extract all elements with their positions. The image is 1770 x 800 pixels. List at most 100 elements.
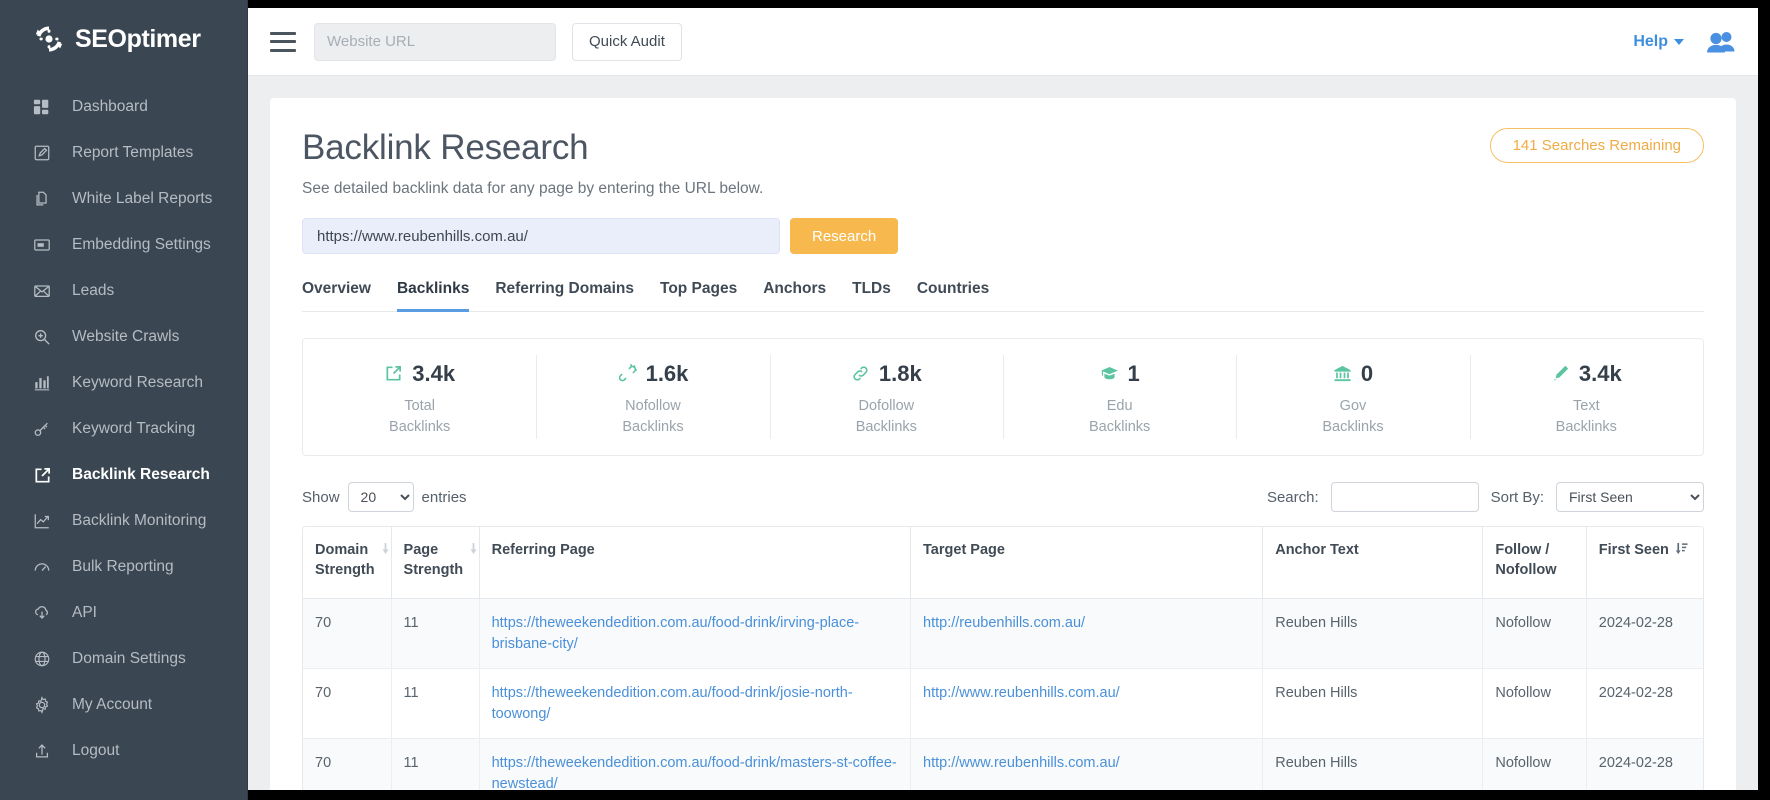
sidebar-item-label: My Account [72,696,152,714]
sort-by-select[interactable]: First Seen [1556,482,1704,512]
tab-anchors[interactable]: Anchors [763,280,826,312]
table-search-input[interactable] [1331,482,1479,512]
sidebar-item-backlink-monitoring[interactable]: Backlink Monitoring [0,498,247,544]
website-url-input[interactable] [314,23,556,61]
research-url-input[interactable] [302,218,780,254]
sidebar-nav: Dashboard Report Templates White Label R… [0,78,247,774]
referring-page-link[interactable]: https://theweekendedition.com.au/food-dr… [492,615,860,652]
tab-overview[interactable]: Overview [302,280,371,312]
bar-chart-icon [32,373,52,393]
stat-value: 3.4k [1579,361,1622,387]
sidebar-item-report-templates[interactable]: Report Templates [0,130,247,176]
dashboard-grid-icon [32,97,52,117]
search-label: Search: [1267,489,1319,506]
sidebar-item-label: Backlink Monitoring [72,512,206,530]
sidebar-item-white-label-reports[interactable]: White Label Reports [0,176,247,222]
sidebar-item-bulk-reporting[interactable]: Bulk Reporting [0,544,247,590]
searches-remaining-badge[interactable]: 141 Searches Remaining [1490,128,1704,163]
sidebar-item-embedding-settings[interactable]: Embedding Settings [0,222,247,268]
sort-by-label: Sort By: [1491,489,1544,506]
backlink-tabs: Overview Backlinks Referring Domains Top… [302,280,1704,312]
cell-referring-page: https://theweekendedition.com.au/food-dr… [479,599,910,669]
col-page-strength[interactable]: PageStrength [391,527,479,599]
entries-select[interactable]: 20 [348,482,414,512]
sort-arrow-icon [469,542,478,562]
sidebar-item-keyword-research[interactable]: Keyword Research [0,360,247,406]
link-icon [851,364,870,383]
tab-top-pages[interactable]: Top Pages [660,280,737,312]
topbar-right: Help [1633,30,1736,54]
tab-referring-domains[interactable]: Referring Domains [495,280,634,312]
quick-audit-button[interactable]: Quick Audit [572,23,682,61]
sidebar-item-keyword-tracking[interactable]: Keyword Tracking [0,406,247,452]
stat-label: TextBacklinks [1556,396,1617,437]
chevron-down-icon [1674,39,1684,45]
sidebar-item-label: Keyword Tracking [72,420,195,438]
brand[interactable]: SEOptimer [0,0,247,78]
sidebar-item-label: Keyword Research [72,374,203,392]
sidebar-item-label: API [72,604,97,622]
embed-window-icon [32,235,52,255]
col-label: First Seen [1599,541,1669,561]
table-row: 70 11 https://theweekendedition.com.au/f… [303,739,1703,790]
referring-page-link[interactable]: https://theweekendedition.com.au/food-dr… [492,755,897,790]
show-label: Show [302,489,340,506]
cell-target-page: http://www.reubenhills.com.au/ [911,669,1263,739]
tab-countries[interactable]: Countries [917,280,989,312]
users-icon[interactable] [1706,30,1736,54]
stat-nofollow-backlinks: 1.6k NofollowBacklinks [536,339,769,455]
research-button[interactable]: Research [790,218,898,254]
stat-label: TotalBacklinks [389,396,450,437]
sidebar-item-my-account[interactable]: My Account [0,682,247,728]
cell-follow: Nofollow [1483,599,1586,669]
sidebar-item-backlink-research[interactable]: Backlink Research [0,452,247,498]
col-target-page[interactable]: Target Page [911,527,1263,599]
cell-page-strength: 11 [391,599,479,669]
target-page-link[interactable]: http://www.reubenhills.com.au/ [923,685,1120,701]
col-anchor-text[interactable]: Anchor Text [1263,527,1483,599]
sidebar-item-website-crawls[interactable]: Website Crawls [0,314,247,360]
help-menu[interactable]: Help [1633,33,1684,51]
sidebar-item-label: Dashboard [72,98,148,116]
globe-icon [32,649,52,669]
sidebar-item-dashboard[interactable]: Dashboard [0,84,247,130]
col-follow-nofollow[interactable]: Follow /Nofollow [1483,527,1586,599]
sidebar-item-logout[interactable]: Logout [0,728,247,774]
cell-first-seen: 2024-02-28 [1586,599,1703,669]
cell-domain-strength: 70 [303,739,391,790]
external-link-icon [384,364,403,383]
sidebar-item-label: Website Crawls [72,328,179,346]
brand-name: SEOptimer [75,25,201,54]
envelope-icon [32,281,52,301]
sidebar-item-label: Leads [72,282,114,300]
sidebar-item-label: Report Templates [72,144,193,162]
col-referring-page[interactable]: Referring Page [479,527,910,599]
hamburger-icon[interactable] [270,32,296,52]
sidebar-item-domain-settings[interactable]: Domain Settings [0,636,247,682]
sidebar-item-api[interactable]: API [0,590,247,636]
tab-tlds[interactable]: TLDs [852,280,891,312]
backlink-stats: 3.4k TotalBacklinks 1.6k NofollowBacklin… [302,338,1704,456]
cell-referring-page: https://theweekendedition.com.au/food-dr… [479,669,910,739]
backlinks-table-wrapper: DomainStrength PageStrength [302,526,1704,790]
page-header: Backlink Research 141 Searches Remaining [302,128,1704,168]
sidebar-item-leads[interactable]: Leads [0,268,247,314]
col-domain-strength[interactable]: DomainStrength [303,527,391,599]
tab-backlinks[interactable]: Backlinks [397,280,469,312]
page-title: Backlink Research [302,128,588,168]
cell-anchor-text: Reuben Hills [1263,669,1483,739]
bank-icon [1333,364,1352,383]
cell-referring-page: https://theweekendedition.com.au/food-dr… [479,739,910,790]
gear-icon [32,695,52,715]
col-first-seen[interactable]: First Seen [1586,527,1703,599]
sidebar: SEOptimer Dashboard Report Templates Whi… [0,0,248,800]
help-label: Help [1633,33,1668,51]
stat-label: DofollowBacklinks [856,396,917,437]
referring-page-link[interactable]: https://theweekendedition.com.au/food-dr… [492,685,853,722]
stat-value: 1.6k [646,361,689,387]
target-page-link[interactable]: http://reubenhills.com.au/ [923,615,1085,631]
target-page-link[interactable]: http://www.reubenhills.com.au/ [923,755,1120,771]
stat-value: 1 [1128,361,1140,387]
table-row: 70 11 https://theweekendedition.com.au/f… [303,599,1703,669]
topbar: Quick Audit Help [248,8,1758,76]
